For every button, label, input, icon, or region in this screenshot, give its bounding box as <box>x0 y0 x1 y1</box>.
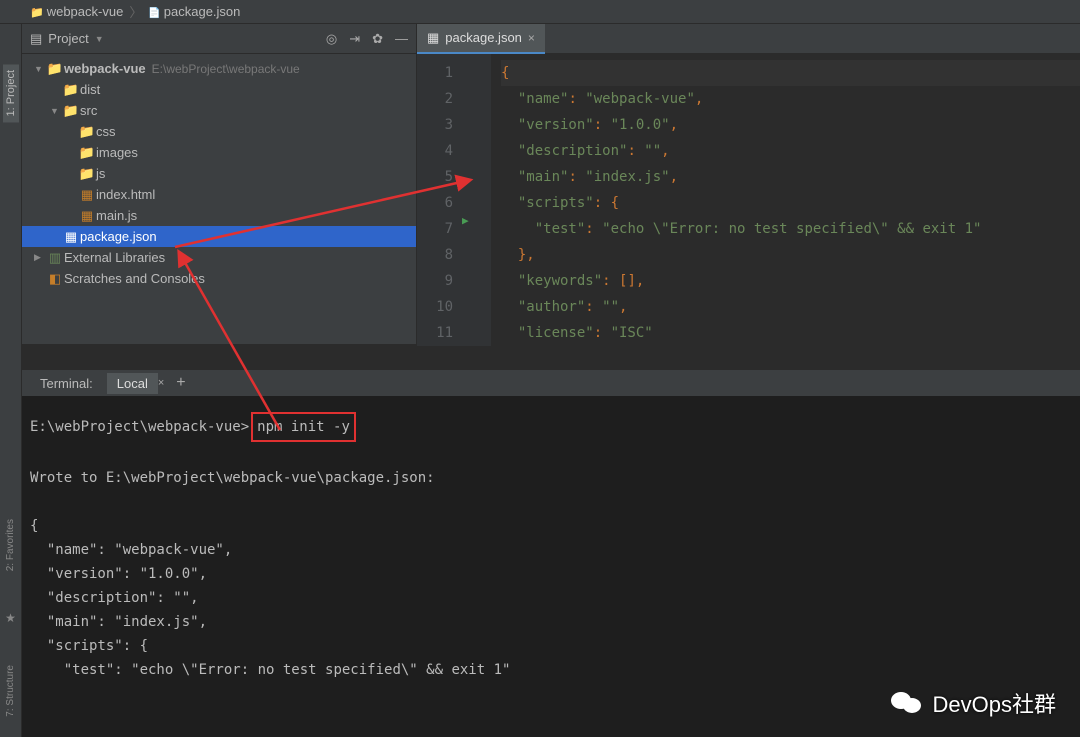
tree-root-name: webpack-vue <box>64 61 146 76</box>
tree-root-path: E:\webProject\webpack-vue <box>152 62 300 76</box>
project-view-icon: ▤ <box>30 31 42 47</box>
gear-icon[interactable]: ✿ <box>372 31 383 47</box>
terminal-add-tab[interactable]: + <box>168 374 193 392</box>
hide-icon[interactable]: — <box>395 31 408 47</box>
editor-tab-label: package.json <box>445 30 522 45</box>
run-icon[interactable]: ▶ <box>462 214 469 227</box>
terminal-tabs: Terminal: Local × + <box>22 370 1080 396</box>
sidebar-tab-structure[interactable]: 7: Structure <box>5 665 16 717</box>
tree-folder-dist[interactable]: 📁dist <box>22 79 416 100</box>
tree-folder-js[interactable]: 📁js <box>22 163 416 184</box>
json-file-icon: ▦ <box>427 30 439 46</box>
close-icon[interactable]: × <box>528 31 535 45</box>
chevron-down-icon[interactable]: ▼ <box>95 34 104 44</box>
watermark-text: DevOps社群 <box>933 687 1056 719</box>
breadcrumb-file[interactable]: package.json <box>148 4 240 19</box>
sidebar-tab-favorites[interactable]: 2: Favorites <box>5 519 16 571</box>
tree-external-libraries[interactable]: ▥External Libraries <box>22 247 416 268</box>
editor-body[interactable]: 1234567891011 ▶ { "name": "webpack-vue",… <box>417 54 1080 346</box>
terminal-tab-close[interactable]: × <box>158 377 164 389</box>
run-gutter: ▶ <box>459 54 477 346</box>
code-area[interactable]: { "name": "webpack-vue", "version": "1.0… <box>491 54 1080 346</box>
watermark: DevOps社群 <box>891 687 1056 719</box>
tree-root[interactable]: 📁 webpack-vue E:\webProject\webpack-vue <box>22 58 416 79</box>
collapse-icon[interactable]: ⇥ <box>349 31 360 47</box>
tree-folder-src[interactable]: 📁src <box>22 100 416 121</box>
line-number-gutter: 1234567891011 <box>417 54 459 346</box>
editor-tab-package-json[interactable]: ▦ package.json × <box>417 24 545 54</box>
terminal-panel: Terminal: Local × + E:\webProject\webpac… <box>22 370 1080 737</box>
tool-window-bar-left: 1: Project <box>0 24 22 344</box>
tree-folder-images[interactable]: 📁images <box>22 142 416 163</box>
fold-strip <box>477 54 491 346</box>
project-panel-title[interactable]: Project <box>48 31 88 46</box>
tree-file-index-html[interactable]: ▦index.html <box>22 184 416 205</box>
editor-panel: ▦ package.json × 1234567891011 ▶ { "name… <box>417 24 1080 344</box>
breadcrumb-project[interactable]: webpack-vue <box>30 4 123 19</box>
sidebar-tab-project[interactable]: 1: Project <box>3 64 19 122</box>
wechat-icon <box>891 690 923 716</box>
breadcrumb: webpack-vue 〉 package.json <box>0 0 1080 24</box>
project-panel-header: ▤ Project ▼ ◎ ⇥ ✿ — <box>22 24 416 54</box>
breadcrumb-separator: 〉 <box>129 2 142 21</box>
project-tree[interactable]: 📁 webpack-vue E:\webProject\webpack-vue … <box>22 54 416 344</box>
tool-window-bar-left-bottom: 2: Favorites ★ 7: Structure <box>0 344 22 737</box>
tree-scratches-consoles[interactable]: ◧Scratches and Consoles <box>22 268 416 289</box>
tree-file-package-json[interactable]: ▦package.json <box>22 226 416 247</box>
terminal-body[interactable]: E:\webProject\webpack-vue>npm init -y Wr… <box>22 396 1080 737</box>
terminal-tab-label: Terminal: <box>30 373 103 394</box>
star-icon: ★ <box>5 611 16 625</box>
editor-tabs: ▦ package.json × <box>417 24 1080 54</box>
tree-file-main-js[interactable]: ▦main.js <box>22 205 416 226</box>
project-panel: ▤ Project ▼ ◎ ⇥ ✿ — 📁 webpack-vue E:\web… <box>22 24 417 344</box>
tree-folder-css[interactable]: 📁css <box>22 121 416 142</box>
terminal-tab-local[interactable]: Local <box>107 373 158 394</box>
target-icon[interactable]: ◎ <box>326 31 337 47</box>
